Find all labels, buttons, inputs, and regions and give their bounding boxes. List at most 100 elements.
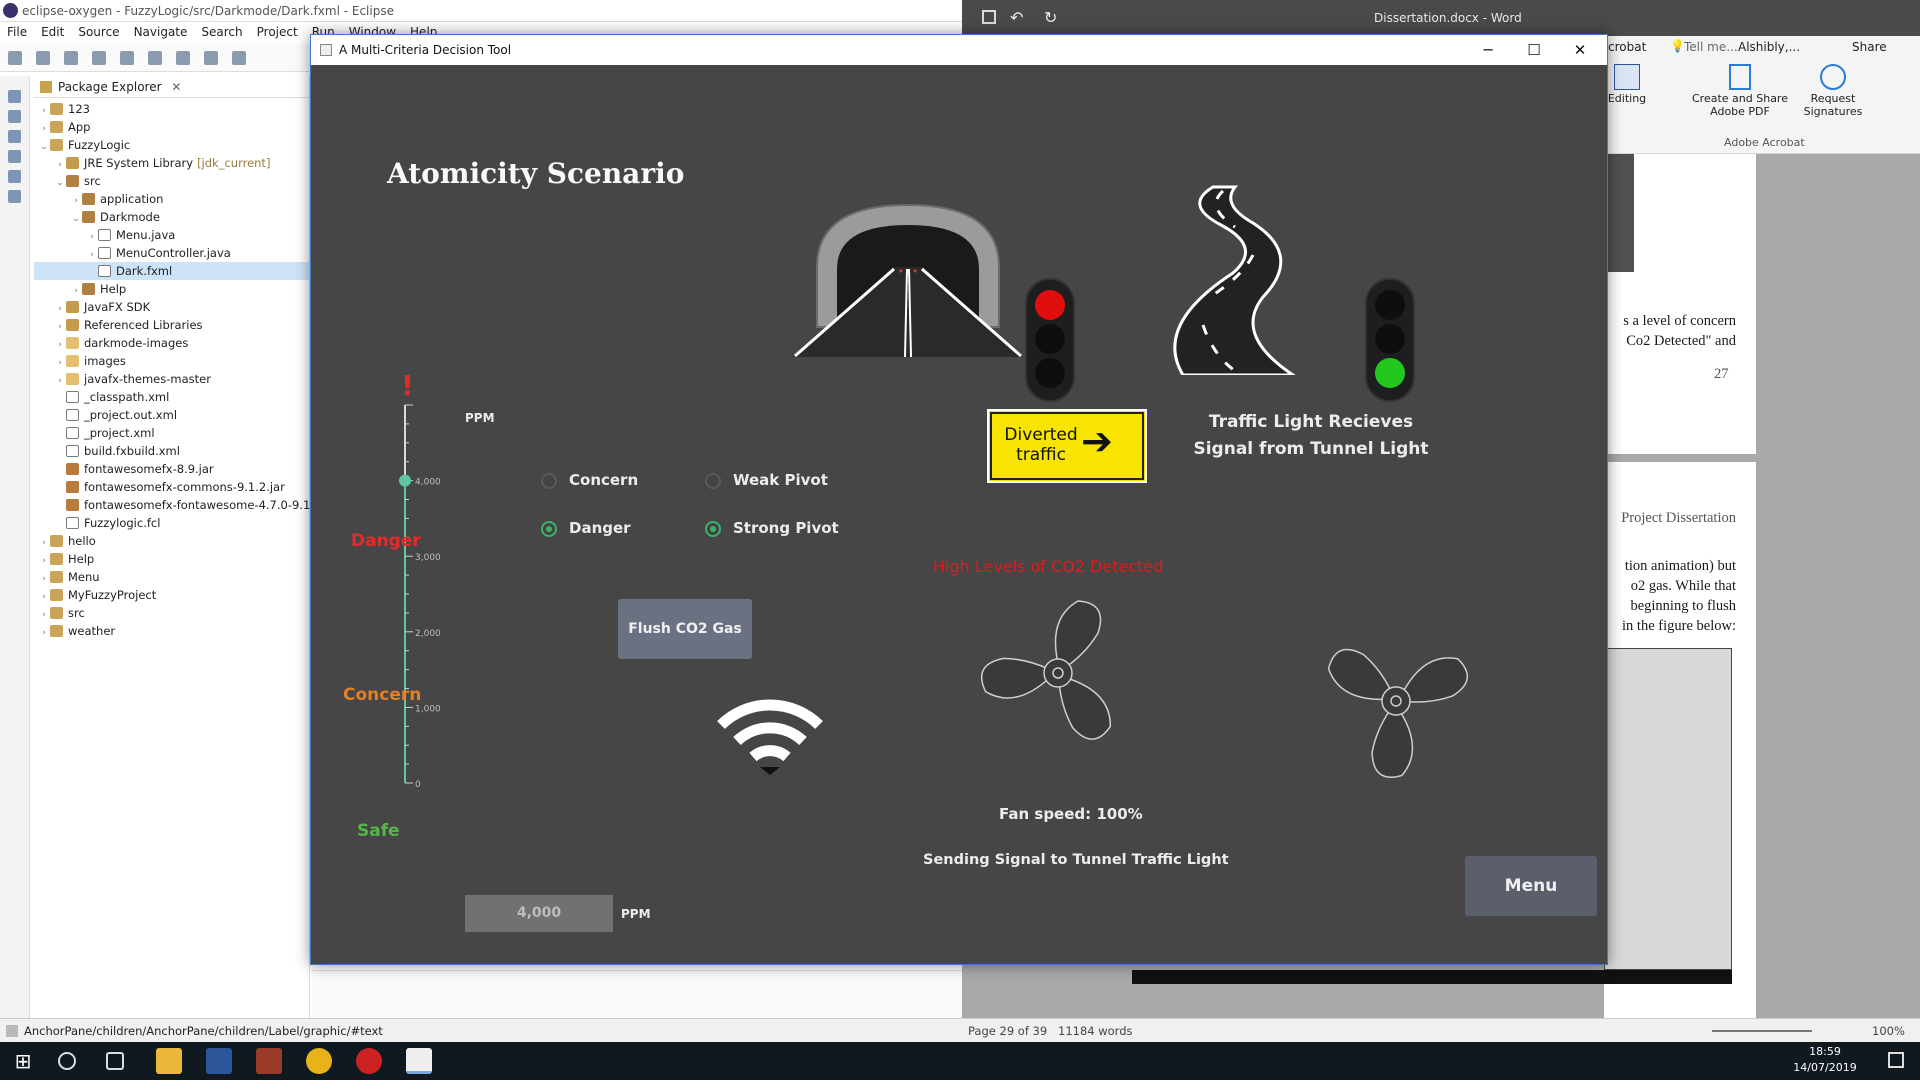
chevron-right-icon[interactable]: › — [38, 624, 50, 642]
tree-item-label: darkmode-images — [84, 336, 189, 350]
undo-icon[interactable]: ↶ — [1010, 0, 1023, 36]
close-button[interactable]: ✕ — [1557, 35, 1603, 65]
task-view-icon[interactable] — [106, 1052, 124, 1070]
menu-edit[interactable]: Edit — [34, 22, 71, 42]
tree-item[interactable]: › javafx-themes-master — [34, 370, 309, 388]
tree-item[interactable]: Dark.fxml — [34, 262, 309, 280]
radio-weak-pivot[interactable] — [705, 473, 721, 489]
file-explorer-icon[interactable] — [156, 1048, 182, 1074]
create-share-pdf-button[interactable]: Create and Share Adobe PDF — [1690, 64, 1790, 118]
tree-item[interactable]: › Menu — [34, 568, 309, 586]
gauge-handle[interactable] — [399, 474, 411, 487]
page-count[interactable]: Page 29 of 39 — [968, 1019, 1047, 1043]
tree-item-label: application — [100, 192, 164, 206]
chrome-icon[interactable] — [306, 1048, 332, 1074]
save-all-icon[interactable] — [92, 51, 106, 65]
task-icon[interactable] — [8, 130, 21, 143]
maximize-button[interactable]: ☐ — [1511, 35, 1557, 65]
radio-concern[interactable] — [541, 473, 557, 489]
tree-item[interactable]: fontawesomefx-commons-9.1.2.jar — [34, 478, 309, 496]
notifications-icon[interactable] — [1888, 1052, 1904, 1068]
editing-button[interactable]: Editing — [1602, 64, 1652, 105]
radio-danger[interactable] — [541, 521, 557, 537]
menu-file[interactable]: File — [0, 22, 34, 42]
clock[interactable]: 18:59 14/07/2019 — [1790, 1044, 1860, 1076]
tree-item[interactable]: ⌄ src — [34, 172, 309, 190]
ppm-value-field[interactable]: 4,000 — [465, 895, 613, 932]
tree-item[interactable]: ⌄ Darkmode — [34, 208, 309, 226]
tree-item[interactable]: _project.out.xml — [34, 406, 309, 424]
tree-item[interactable]: › hello — [34, 532, 309, 550]
print-icon[interactable] — [120, 51, 134, 65]
menu-navigate[interactable]: Navigate — [127, 22, 195, 42]
windows-start-icon[interactable]: ⊞ — [10, 1048, 36, 1074]
radio-strong-pivot[interactable] — [705, 521, 721, 537]
save-icon[interactable] — [64, 51, 78, 65]
tree-item[interactable]: Fuzzylogic.fcl — [34, 514, 309, 532]
menu-project[interactable]: Project — [250, 22, 305, 42]
eclipse-taskbar-icon[interactable] — [356, 1048, 382, 1074]
tree-item-label: Fuzzylogic.fcl — [84, 516, 161, 530]
word-count[interactable]: 11184 words — [1058, 1019, 1133, 1043]
tree-item[interactable]: › application — [34, 190, 309, 208]
tree-item[interactable]: fontawesomefx-fontawesome-4.7.0-9.1. — [34, 496, 314, 514]
menu-button[interactable]: Menu — [1465, 856, 1597, 916]
tree-item[interactable]: › darkmode-images — [34, 334, 309, 352]
tree-item[interactable]: › MyFuzzyProject — [34, 586, 309, 604]
outline-icon[interactable] — [8, 110, 21, 123]
tunnel-image — [793, 203, 1023, 358]
search-icon[interactable] — [232, 51, 246, 65]
restore-icon[interactable] — [8, 90, 21, 103]
run-icon[interactable] — [204, 51, 218, 65]
tree-item[interactable]: › Help — [34, 550, 309, 568]
tree-item[interactable]: build.fxbuild.xml — [34, 442, 309, 460]
console-icon[interactable] — [8, 170, 21, 183]
tree-item[interactable]: › weather — [34, 622, 309, 640]
app-titlebar[interactable]: A Multi-Criteria Decision Tool ─ ☐ ✕ — [311, 35, 1607, 65]
doc-line: o2 gas. While that — [1630, 578, 1736, 594]
debug-icon[interactable] — [176, 51, 190, 65]
tree-item[interactable]: _project.xml — [34, 424, 309, 442]
tree-item[interactable]: › Referenced Libraries — [34, 316, 309, 334]
problems-icon[interactable] — [8, 150, 21, 163]
menu-source[interactable]: Source — [71, 22, 126, 42]
flush-co2-button[interactable]: Flush CO2 Gas — [618, 599, 752, 659]
save-icon[interactable] — [982, 10, 996, 24]
close-icon[interactable]: ✕ — [171, 80, 181, 94]
zoom-slider[interactable] — [1712, 1030, 1812, 1032]
minimize-button[interactable]: ─ — [1465, 35, 1511, 65]
tree-item[interactable]: › JavaFX SDK — [34, 298, 309, 316]
request-signatures-button[interactable]: Request Signatures — [1798, 64, 1868, 118]
redo-icon[interactable]: ↻ — [1044, 0, 1057, 36]
search-icon[interactable] — [58, 1052, 76, 1070]
word-icon[interactable] — [206, 1048, 232, 1074]
share-button[interactable]: Share — [1852, 40, 1887, 54]
build-icon[interactable] — [148, 51, 162, 65]
diverted-traffic-sign: Diverted traffic ➔ — [987, 409, 1147, 483]
project-tree: › 123 › App ⌄ FuzzyLogic › JRE System Library [j… — [34, 100, 314, 640]
file-icon — [66, 427, 79, 439]
proj-icon — [50, 139, 63, 151]
java-icon[interactable] — [406, 1048, 432, 1074]
tree-item[interactable]: › images — [34, 352, 309, 370]
tree-item[interactable]: _classpath.xml — [34, 388, 309, 406]
app-icon[interactable] — [256, 1048, 282, 1074]
tree-item[interactable]: › App — [34, 118, 309, 136]
tree-item[interactable]: › src — [34, 604, 309, 622]
zoom-level[interactable]: 100% — [1872, 1019, 1905, 1043]
tree-item[interactable]: › Help — [34, 280, 309, 298]
new-icon[interactable] — [8, 51, 22, 65]
tree-item-label: App — [68, 120, 91, 134]
tree-item[interactable]: › MenuController.java — [34, 244, 309, 262]
open-icon[interactable] — [36, 51, 50, 65]
tell-me-input[interactable]: Tell me... — [1684, 40, 1738, 54]
tree-item[interactable]: › JRE System Library [jdk_current] — [34, 154, 309, 172]
tree-item[interactable]: ⌄ FuzzyLogic — [34, 136, 309, 154]
menu-search[interactable]: Search — [194, 22, 249, 42]
package-explorer-tab[interactable]: Package Explorer ✕ — [34, 76, 309, 98]
tree-item[interactable]: fontawesomefx-8.9.jar — [34, 460, 309, 478]
user-name[interactable]: Alshibly,... — [1738, 40, 1800, 54]
tree-item[interactable]: › Menu.java — [34, 226, 309, 244]
tree-item[interactable]: › 123 — [34, 100, 309, 118]
history-icon[interactable] — [8, 190, 21, 203]
